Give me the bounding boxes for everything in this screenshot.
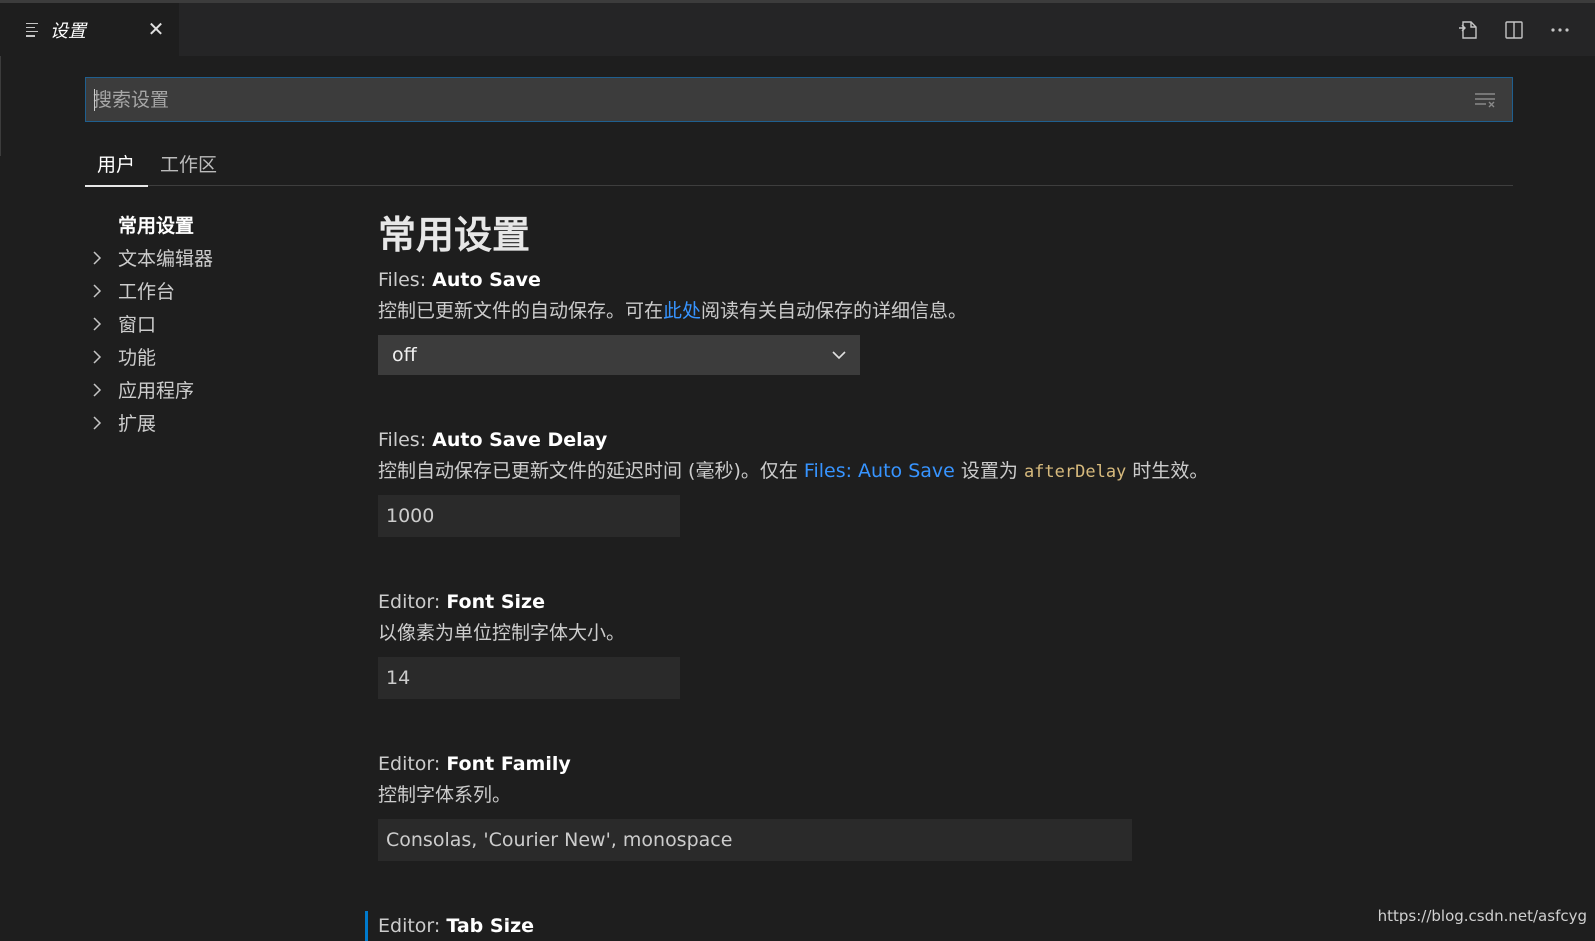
font-family-input[interactable]: Consolas, 'Courier New', monospace (378, 819, 1132, 861)
chevron-right-icon (92, 281, 118, 301)
setting-category: Editor: (378, 915, 446, 937)
chevron-right-icon (92, 347, 118, 367)
section-title: 常用设置 (378, 205, 1518, 265)
chevron-down-icon (830, 347, 848, 363)
setting-title: Editor: Font Family (378, 749, 1518, 779)
toc-item-label: 功能 (118, 343, 156, 370)
desc-text: 时生效。 (1126, 460, 1208, 482)
toc-item-extensions[interactable]: 扩展 (92, 406, 342, 439)
setting-editor-tab-size: Editor: Tab Size (378, 911, 1518, 941)
setting-description: 控制字体系列。 (378, 779, 1518, 811)
toc-item-common[interactable]: 常用设置 (92, 208, 342, 241)
split-editor-icon[interactable] (1503, 19, 1525, 41)
read-more-link[interactable]: 此处 (663, 300, 701, 322)
setting-description: 控制已更新文件的自动保存。可在此处阅读有关自动保存的详细信息。 (378, 295, 1518, 327)
setting-category: Editor: (378, 753, 446, 775)
setting-name: Auto Save Delay (432, 429, 607, 451)
tab-title: 设置 (50, 17, 86, 43)
settings-scope-tabs: 用户 工作区 (85, 144, 1513, 186)
desc-text: 设置为 (955, 460, 1024, 482)
desc-text: 控制自动保存已更新文件的延迟时间 (毫秒)。仅在 (378, 460, 804, 482)
desc-text: 阅读有关自动保存的详细信息。 (701, 300, 967, 322)
editor-actions (1457, 3, 1595, 56)
toc-item-label: 扩展 (118, 409, 156, 436)
toc-item-text-editor[interactable]: 文本编辑器 (92, 241, 342, 274)
inline-code: afterDelay (1024, 462, 1126, 482)
setting-title: Editor: Font Size (378, 587, 1518, 617)
clear-filter-icon[interactable] (1474, 91, 1496, 109)
setting-category: Files: (378, 429, 432, 451)
settings-list-icon (26, 23, 40, 37)
tab-user[interactable]: 用户 (97, 150, 135, 186)
setting-files-auto-save: Files: Auto Save 控制已更新文件的自动保存。可在此处阅读有关自动… (378, 265, 1518, 375)
setting-title: Editor: Tab Size (378, 911, 1518, 941)
setting-title: Files: Auto Save Delay (378, 425, 1518, 455)
setting-description: 以像素为单位控制字体大小。 (378, 617, 1518, 649)
chevron-right-icon (92, 413, 118, 433)
toc-item-label: 工作台 (118, 277, 175, 304)
more-actions-icon[interactable] (1549, 19, 1571, 41)
setting-editor-font-family: Editor: Font Family 控制字体系列。 Consolas, 'C… (378, 749, 1518, 861)
chevron-right-icon (92, 380, 118, 400)
settings-list: 常用设置 Files: Auto Save 控制已更新文件的自动保存。可在此处阅… (378, 205, 1518, 941)
toc-item-workbench[interactable]: 工作台 (92, 274, 342, 307)
chevron-right-icon (92, 248, 118, 268)
settings-editor-tab[interactable]: 设置 ✕ (0, 3, 179, 56)
focus-indicator (365, 911, 368, 941)
setting-description: 控制自动保存已更新文件的延迟时间 (毫秒)。仅在 Files: Auto Sav… (378, 455, 1518, 487)
setting-name: Auto Save (432, 269, 541, 291)
setting-name: Font Size (446, 591, 545, 613)
setting-editor-font-size: Editor: Font Size 以像素为单位控制字体大小。 14 (378, 587, 1518, 699)
setting-title: Files: Auto Save (378, 265, 1518, 295)
toc-item-label: 窗口 (118, 310, 156, 337)
toc-item-label: 文本编辑器 (118, 244, 213, 271)
open-settings-json-icon[interactable] (1457, 19, 1479, 41)
sidebar-edge (0, 56, 1, 156)
auto-save-setting-link[interactable]: Files: Auto Save (804, 460, 955, 482)
setting-files-auto-save-delay: Files: Auto Save Delay 控制自动保存已更新文件的延迟时间 … (378, 425, 1518, 537)
chevron-right-icon (92, 314, 118, 334)
setting-category: Editor: (378, 591, 446, 613)
toc-item-application[interactable]: 应用程序 (92, 373, 342, 406)
setting-name: Font Family (446, 753, 570, 775)
auto-save-select[interactable]: off (378, 335, 860, 375)
editor-tab-bar: 设置 ✕ (0, 3, 1595, 56)
toc-item-label: 应用程序 (118, 376, 194, 403)
text-cursor (94, 89, 95, 111)
search-input[interactable] (93, 78, 1433, 121)
tab-workspace[interactable]: 工作区 (160, 150, 217, 186)
toc-item-features[interactable]: 功能 (92, 340, 342, 373)
toc-item-window[interactable]: 窗口 (92, 307, 342, 340)
settings-table-of-contents: 常用设置 文本编辑器 工作台 窗口 功能 应用程序 扩展 (92, 208, 342, 439)
setting-category: Files: (378, 269, 432, 291)
font-size-input[interactable]: 14 (378, 657, 680, 699)
setting-name: Tab Size (446, 915, 534, 937)
select-value: off (392, 344, 417, 366)
watermark-text: https://blog.csdn.net/asfcyg (1378, 907, 1587, 925)
desc-text: 控制已更新文件的自动保存。可在 (378, 300, 663, 322)
auto-save-delay-input[interactable]: 1000 (378, 495, 680, 537)
search-settings-box[interactable] (85, 77, 1513, 122)
close-icon[interactable]: ✕ (146, 19, 166, 39)
